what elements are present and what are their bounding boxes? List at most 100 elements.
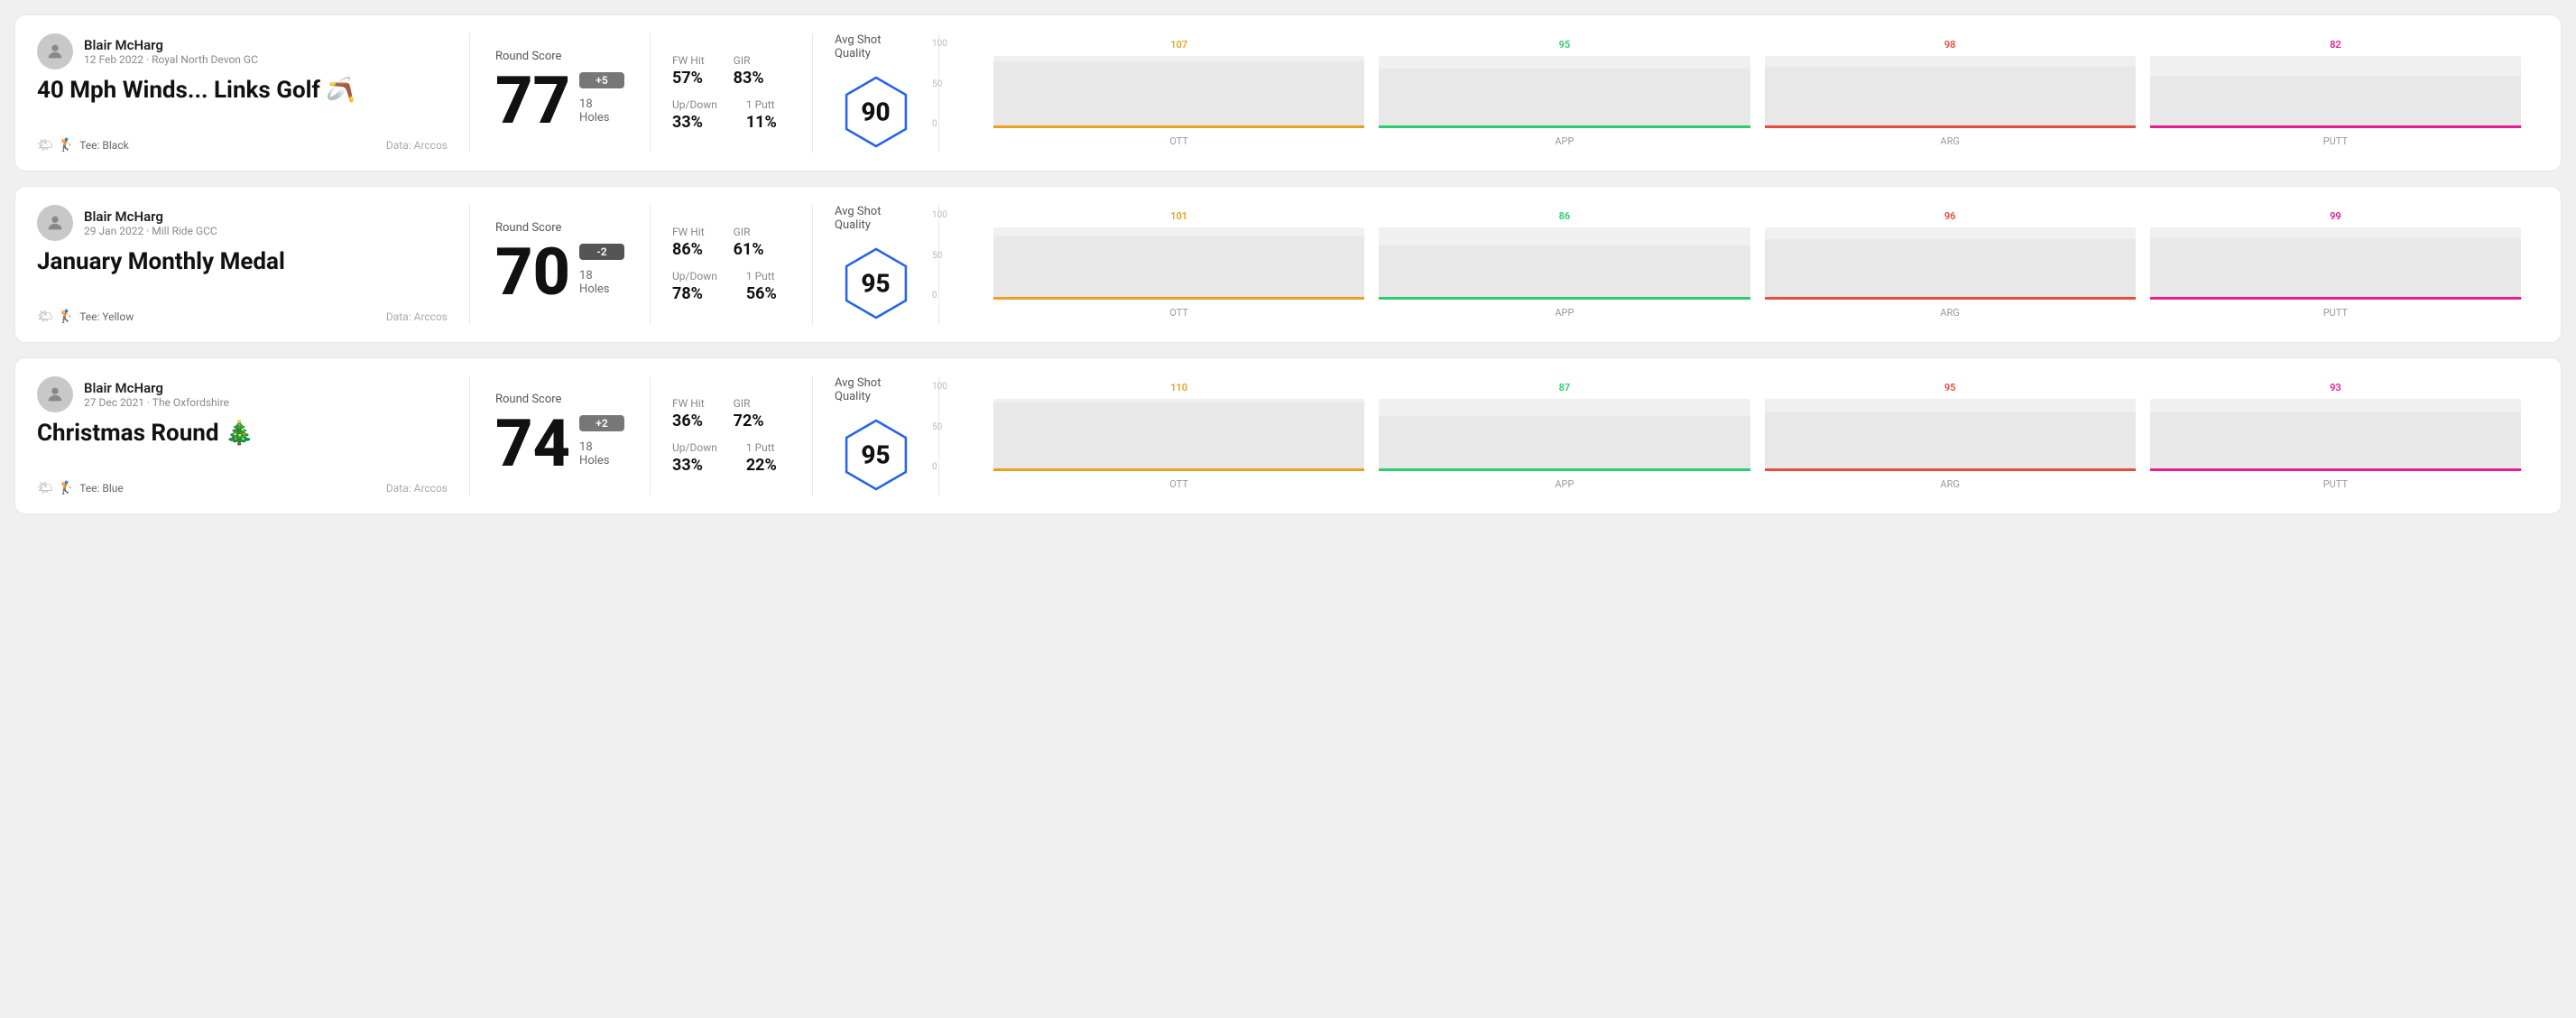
tee-label: Tee: Black [79,139,128,152]
weather-icon: 🌤 [37,310,53,324]
stat-one-putt: 1 Putt 22% [746,441,777,475]
one-putt-value: 22% [746,456,777,475]
bar-group-putt: 93 PUTT [2150,382,2521,490]
bar-fill [1765,412,2136,468]
bar-accent [1765,297,2136,300]
bar-container [993,56,1364,128]
player-name: Blair McHarg [84,37,258,53]
up-down-value: 78% [672,284,717,303]
player-info: Blair McHarg 29 Jan 2022 · Mill Ride GCC [37,205,448,241]
card-chart: 100 50 0 110 OTT 87 APP [939,376,2539,495]
bar-container [1765,227,2136,300]
up-down-label: Up/Down [672,270,717,282]
bar-container [1765,399,2136,471]
bar-accent [2150,297,2521,300]
bar-axis-label: ARG [1940,135,1959,147]
tee-info: 🌤 🏌 Tee: Blue [37,481,124,495]
fw-hit-label: FW Hit [672,226,705,238]
tee-info: 🌤 🏌 Tee: Yellow [37,310,134,324]
gir-label: GIR [734,54,764,67]
bar-fill [1379,69,1750,125]
avatar [37,205,73,241]
bag-icon: 🏌 [59,138,74,153]
player-info: Blair McHarg 12 Feb 2022 · Royal North D… [37,33,448,69]
bag-icon: 🏌 [59,310,74,324]
player-meta: Blair McHarg 27 Dec 2021 · The Oxfordshi… [84,380,229,409]
bar-value: 107 [1170,39,1187,51]
holes-label: 18 Holes [579,269,624,296]
bar-value: 110 [1170,382,1187,393]
hex-score: 95 [861,269,890,299]
bar-group-app: 86 APP [1379,210,1750,319]
round-title: 40 Mph Winds... Links Golf 🪃 [37,77,448,105]
bar-group-arg: 95 ARG [1765,382,2136,490]
up-down-label: Up/Down [672,98,717,111]
bar-fill [993,403,1364,468]
score-row: 77 +5 18 Holes [495,69,624,134]
round-card: Blair McHarg 27 Dec 2021 · The Oxfordshi… [14,357,2562,514]
score-number: 74 [495,412,570,477]
round-title: January Monthly Medal [37,248,448,276]
bar-accent [993,125,1364,128]
player-date-course: 12 Feb 2022 · Royal North Devon GC [84,53,258,66]
hexagon-wrapper: 95 [836,243,917,324]
round-score-label: Round Score [495,50,624,63]
bar-fill [2150,412,2521,468]
score-number: 70 [495,240,570,305]
score-badge: -2 [579,244,624,260]
fw-hit-value: 57% [672,69,705,88]
tee-label: Tee: Blue [79,482,124,495]
one-putt-label: 1 Putt [746,270,777,282]
bar-accent [1765,125,2136,128]
bar-axis-label: APP [1555,478,1574,490]
one-putt-value: 56% [746,284,777,303]
player-meta: Blair McHarg 12 Feb 2022 · Royal North D… [84,37,258,66]
card-footer: 🌤 🏌 Tee: Black Data: Arccos [37,138,448,153]
score-number: 77 [495,69,570,134]
bar-group-arg: 98 ARG [1765,39,2136,147]
bar-axis-label: ARG [1940,307,1959,319]
bar-container [993,227,1364,300]
up-down-value: 33% [672,456,717,475]
bar-container [2150,56,2521,128]
round-title: Christmas Round 🎄 [37,420,448,448]
bar-accent [1379,468,1750,471]
bar-container [993,399,1364,471]
player-name: Blair McHarg [84,208,217,225]
bar-container [2150,227,2521,300]
fw-hit-value: 86% [672,240,705,259]
bar-value: 96 [1944,210,1956,222]
card-middle: Round Score 74 +2 18 Holes [470,376,651,495]
bar-container [1379,56,1750,128]
chart-wrapper: 100 50 0 107 OTT 95 APP [961,39,2521,147]
hex-score: 95 [861,440,890,470]
round-card: Blair McHarg 29 Jan 2022 · Mill Ride GCC… [14,186,2562,343]
bar-axis-label: PUTT [2323,478,2348,490]
stat-row-bottom: Up/Down 33% 1 Putt 11% [672,98,790,132]
bar-axis-label: PUTT [2323,307,2348,319]
data-source: Data: Arccos [386,310,448,323]
bar-fill [1765,67,2136,125]
score-row: 74 +2 18 Holes [495,412,624,477]
fw-hit-label: FW Hit [672,397,705,410]
round-score-label: Round Score [495,221,624,235]
hexagon-wrapper: 95 [836,414,917,495]
up-down-label: Up/Down [672,441,717,454]
bar-value: 98 [1944,39,1956,51]
stat-fw-hit: FW Hit 57% [672,54,705,88]
bar-group-ott: 107 OTT [993,39,1364,147]
card-left: Blair McHarg 27 Dec 2021 · The Oxfordshi… [37,376,470,495]
card-stats: FW Hit 36% GIR 72% Up/Down 33% 1 Putt [651,376,813,495]
bar-chart: 101 OTT 86 APP 96 [993,210,2521,319]
player-date-course: 29 Jan 2022 · Mill Ride GCC [84,225,217,237]
bar-fill [993,236,1364,297]
stat-up-down: Up/Down 33% [672,98,717,132]
bar-axis-label: OTT [1169,307,1188,319]
stat-one-putt: 1 Putt 56% [746,270,777,303]
bar-value: 101 [1170,210,1187,222]
card-chart: 100 50 0 107 OTT 95 APP [939,33,2539,153]
stat-row-top: FW Hit 36% GIR 72% [672,397,790,430]
holes-label: 18 Holes [579,97,624,125]
one-putt-label: 1 Putt [746,441,777,454]
bar-group-ott: 110 OTT [993,382,1364,490]
